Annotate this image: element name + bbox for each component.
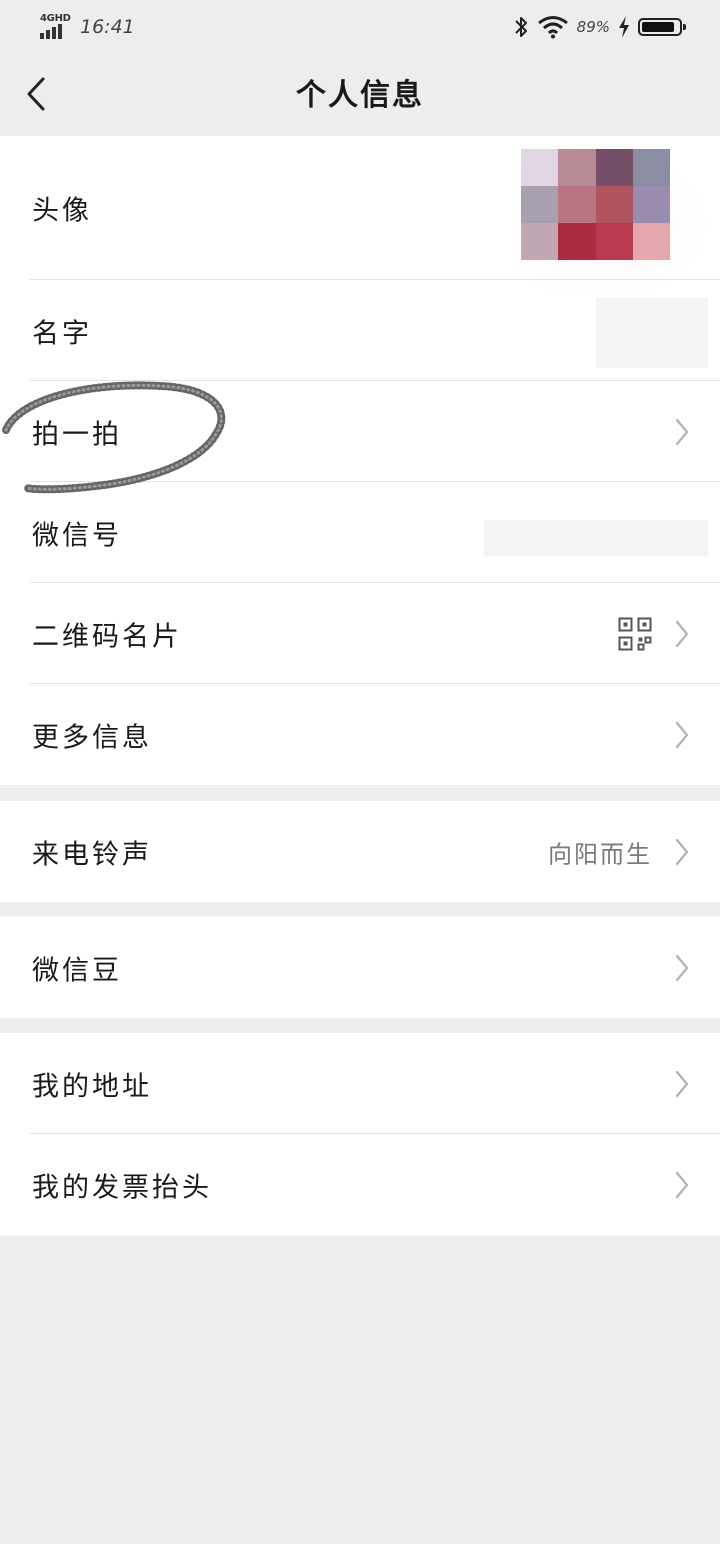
wifi-icon — [537, 16, 568, 39]
wechat-beans-label: 微信豆 — [32, 955, 122, 986]
battery-icon — [638, 18, 686, 36]
qr-card-row[interactable]: 二维码名片 — [0, 583, 720, 684]
blurred-id — [484, 520, 708, 556]
avatar-pixel — [595, 149, 633, 186]
avatar-pixel — [632, 223, 670, 260]
name-row[interactable]: 名字 — [0, 280, 720, 381]
status-bar: 4GHD 16:41 89% — [0, 0, 720, 54]
qr-code-icon — [618, 617, 652, 650]
ringtone-label: 来电铃声 — [32, 839, 152, 870]
pat-pat-row[interactable]: 拍一拍 — [0, 381, 720, 482]
chevron-right-icon — [675, 1070, 689, 1097]
ringtone-row[interactable]: 来电铃声 向阳而生 — [0, 801, 720, 902]
title-bar: 个人信息 — [0, 54, 720, 136]
page-title: 个人信息 — [296, 78, 424, 113]
avatar-pixel — [521, 149, 559, 186]
more-info-row[interactable]: 更多信息 — [0, 684, 720, 785]
avatar-pixel — [595, 186, 633, 223]
wechat-id-row[interactable]: 微信号 — [0, 482, 720, 583]
wechat-beans-row[interactable]: 微信豆 — [0, 917, 720, 1018]
network-type: 4GHD — [40, 13, 71, 24]
bluetooth-icon — [514, 17, 527, 37]
status-left: 4GHD 16:41 — [38, 12, 135, 42]
address-group: 我的地址 我的发票抬头 — [0, 1033, 720, 1235]
avatar-pixel — [521, 186, 559, 223]
battery-fill — [642, 22, 674, 32]
chevron-right-icon — [675, 838, 689, 865]
cellular-signal-icon: 4GHD — [38, 13, 72, 41]
avatar-pixel — [632, 149, 670, 186]
wechat-id-label: 微信号 — [32, 520, 122, 551]
avatar-pixel — [595, 223, 633, 260]
qr-card-label: 二维码名片 — [32, 621, 182, 652]
invoice-title-row[interactable]: 我的发票抬头 — [0, 1134, 720, 1235]
avatar-row[interactable]: 头像 — [0, 136, 720, 296]
invoice-title-label: 我的发票抬头 — [32, 1172, 212, 1203]
my-address-row[interactable]: 我的地址 — [0, 1033, 720, 1134]
wechat-beans-group: 微信豆 — [0, 917, 720, 1018]
profile-group: 头像 名字 拍一拍 微信号 二维码名片 更多信息 — [0, 136, 720, 785]
avatar-pixel — [521, 223, 559, 260]
status-right: 89% — [513, 12, 686, 42]
ringtone-group: 来电铃声 向阳而生 — [0, 801, 720, 902]
avatar-label: 头像 — [32, 195, 92, 227]
charging-bolt-icon — [619, 16, 629, 38]
my-address-label: 我的地址 — [32, 1071, 152, 1102]
chevron-right-icon — [675, 620, 689, 647]
avatar-pixel — [632, 186, 670, 223]
chevron-right-icon — [675, 721, 689, 748]
clock: 16:41 — [80, 16, 135, 38]
blurred-name — [596, 298, 708, 368]
battery-percent: 89% — [576, 18, 610, 36]
pat-pat-label: 拍一拍 — [32, 419, 122, 450]
more-info-label: 更多信息 — [32, 722, 152, 753]
name-label: 名字 — [32, 318, 92, 349]
chevron-right-icon — [675, 1171, 689, 1198]
avatar-pixel — [558, 223, 596, 260]
chevron-right-icon — [675, 954, 689, 981]
avatar-pixel — [558, 149, 596, 186]
ringtone-value: 向阳而生 — [548, 840, 652, 868]
avatar[interactable] — [521, 149, 670, 260]
avatar-pixel — [558, 186, 596, 223]
chevron-right-icon — [675, 418, 689, 445]
